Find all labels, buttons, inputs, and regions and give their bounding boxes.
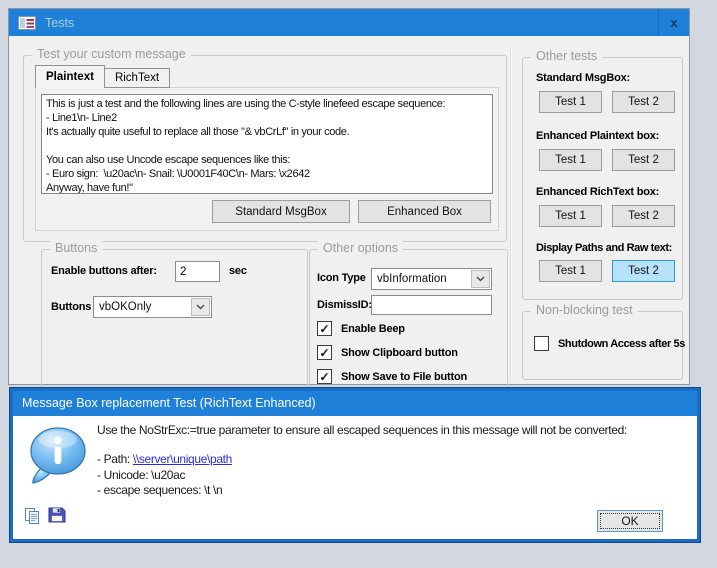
show-clipboard-label: Show Clipboard button [341,346,458,359]
show-save-checkbox[interactable]: ✓ [317,369,332,384]
path-prefix: - Path: [97,452,133,466]
close-icon[interactable]: x [658,9,689,36]
tab-richtext[interactable]: RichText [104,68,171,88]
msgbox-path-line: - Path: \\server\unique\path [97,452,232,466]
enable-after-label: Enable buttons after: [51,265,157,277]
tests-titlebar: Tests x [9,9,689,36]
group-nonblocking: Non-blocking test Shutdown Access after … [522,303,685,380]
standard-msgbox-section-label: Standard MsgBox: [536,72,630,84]
group-other-tests: Other tests Standard MsgBox: Test 1 Test… [522,49,683,300]
group-other-tests-label: Other tests [531,49,603,63]
msgbox-intro-text: Use the NoStrExc:=true parameter to ensu… [97,423,627,437]
icon-type-combo-value: vbInformation [377,273,447,285]
dismissid-input[interactable] [371,295,492,315]
shutdown-checkbox[interactable] [534,336,549,351]
show-clipboard-checkbox[interactable]: ✓ [317,345,332,360]
tests-window: Tests x Test your custom message Plainte… [8,8,690,399]
chevron-down-icon[interactable] [471,270,490,288]
standard-test2-button[interactable]: Test 2 [612,91,675,113]
buttons-combo-value: vbOKOnly [99,301,152,313]
enhanced-richtext-section-label: Enhanced RichText box: [536,186,660,198]
show-clipboard-row: ✓ Show Clipboard button [317,345,458,360]
msgbox-escape-line: - escape sequences: \t \n [97,483,223,497]
standard-msgbox-button[interactable]: Standard MsgBox [212,200,350,223]
buttons-combo[interactable]: vbOKOnly [93,296,212,318]
group-custom-message: Test your custom message Plaintext RichT… [23,47,507,242]
icon-type-combo[interactable]: vbInformation [371,268,492,290]
enable-beep-label: Enable Beep [341,322,405,335]
ok-button[interactable]: OK [597,510,663,532]
icon-type-label: Icon Type [317,272,366,284]
enhanced-plaintext-section-label: Enhanced Plaintext box: [536,130,660,142]
enhanced-box-button[interactable]: Enhanced Box [358,200,491,223]
show-save-row: ✓ Show Save to File button [317,369,467,384]
enable-after-input[interactable] [175,261,220,282]
path-link[interactable]: \\server\unique\path [133,452,232,466]
info-bubble-icon [26,425,88,485]
paths-test2-button[interactable]: Test 2 [612,260,675,282]
tab-plaintext[interactable]: Plaintext [35,65,105,88]
paths-test1-button[interactable]: Test 1 [539,260,602,282]
window-title: Tests [45,15,75,30]
show-save-label: Show Save to File button [341,370,467,383]
screen: Tests x Test your custom message Plainte… [0,0,717,568]
tab-page-plaintext: This is just a test and the following li… [35,87,499,231]
sec-label: sec [229,265,247,277]
chevron-down-icon[interactable] [191,298,210,316]
group-buttons-label: Buttons [50,241,103,255]
richtext-test1-button[interactable]: Test 1 [539,205,602,227]
group-buttons: Buttons Enable buttons after: sec Button… [41,241,308,399]
message-text-input[interactable]: This is just a test and the following li… [41,94,493,194]
shutdown-row: Shutdown Access after 5s [534,336,685,351]
plaintext-test1-button[interactable]: Test 1 [539,149,602,171]
copy-icon[interactable] [24,508,41,525]
group-other-options-label: Other options [318,241,404,255]
plaintext-test2-button[interactable]: Test 2 [612,149,675,171]
display-paths-section-label: Display Paths and Raw text: [536,242,672,254]
group-nonblocking-label: Non-blocking test [531,303,638,317]
form-icon [18,15,36,30]
msgbox-unicode-line: - Unicode: \u20ac [97,468,186,482]
tab-strip: Plaintext RichText [35,65,171,88]
richtext-test2-button[interactable]: Test 2 [612,205,675,227]
shutdown-label: Shutdown Access after 5s [558,337,685,350]
group-other-options: Other options Icon Type vbInformation Di… [309,241,508,399]
enable-beep-row: ✓ Enable Beep [317,321,405,336]
msgbox-dialog: Message Box replacement Test (RichText E… [10,388,700,542]
buttons-combo-label: Buttons [51,301,92,313]
group-custom-message-label: Test your custom message [32,47,191,61]
dismissid-label: DismissID: [317,299,372,311]
save-icon[interactable] [48,506,66,524]
enable-beep-checkbox[interactable]: ✓ [317,321,332,336]
vertical-divider [510,47,512,381]
msgbox-body: Use the NoStrExc:=true parameter to ensu… [13,416,697,539]
msgbox-titlebar: Message Box replacement Test (RichText E… [13,391,697,416]
standard-test1-button[interactable]: Test 1 [539,91,602,113]
